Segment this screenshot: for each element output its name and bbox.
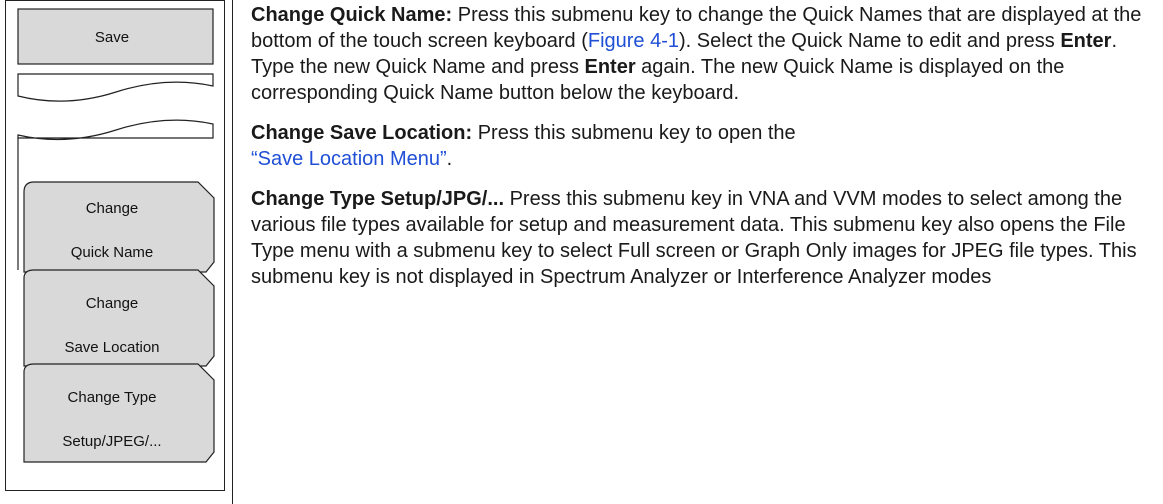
quick-name-description: Change Quick Name: Press this submenu ke…	[251, 2, 1151, 106]
column-divider	[232, 0, 233, 504]
submenu-panel: Save Change Quick Name Change Save Locat…	[0, 0, 232, 504]
type-setup-title: Change Type Setup/JPG/...	[251, 188, 505, 210]
change-type-label-1[interactable]: Change Type	[17, 389, 207, 406]
change-quick-name-label-2[interactable]: Quick Name	[17, 244, 207, 261]
quick-name-text-2: ). Select the Quick Name to edit and pre…	[679, 30, 1061, 52]
description-column: Change Quick Name: Press this submenu ke…	[251, 2, 1151, 304]
enter-key-text-1: Enter	[1060, 30, 1112, 52]
type-setup-description: Change Type Setup/JPG/... Press this sub…	[251, 186, 1151, 290]
quick-name-title: Change Quick Name:	[251, 4, 453, 26]
save-button[interactable]: Save	[17, 29, 207, 46]
change-quick-name-label-1[interactable]: Change	[17, 200, 207, 217]
save-location-text-1: Press this submenu key to open the	[472, 122, 796, 144]
save-location-menu-link[interactable]: “Save Location Menu”	[251, 148, 447, 170]
change-save-location-label-1[interactable]: Change	[17, 295, 207, 312]
save-location-text-2: .	[446, 148, 453, 170]
enter-key-text-2: Enter	[584, 56, 636, 78]
save-location-title: Change Save Location:	[251, 122, 473, 144]
figure-link[interactable]: Figure 4-1	[588, 30, 679, 52]
change-type-label-2[interactable]: Setup/JPEG/...	[17, 433, 207, 450]
change-save-location-label-2[interactable]: Save Location	[17, 339, 207, 356]
save-location-description: Change Save Location: Press this submenu…	[251, 120, 1151, 172]
